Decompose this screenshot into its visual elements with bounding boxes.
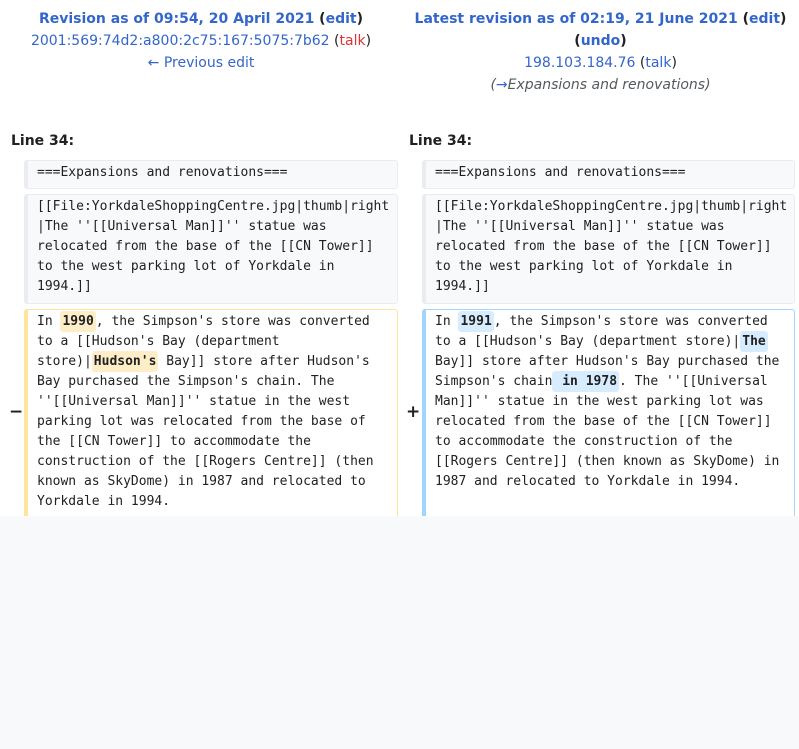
old-user-line: 2001:569:74d2:a800:2c75:167:5075:7b62 (t… [0, 30, 402, 52]
old-talk-open: ( [329, 33, 340, 49]
new-user-line: 198.103.184.76 (talk) [402, 52, 799, 74]
new-edit-close: ) [780, 11, 787, 27]
undo-link[interactable]: undo [581, 33, 621, 49]
old-talk-close: ) [365, 33, 372, 49]
new-user-link[interactable]: 198.103.184.76 [524, 55, 635, 71]
deleted-line: In 1990, the Simpson's store was convert… [24, 309, 398, 516]
deletion-marker: − [9, 402, 24, 422]
old-talk-link[interactable]: talk [340, 33, 366, 49]
undo-line: (undo) [402, 30, 799, 52]
old-context-file: [[File:YorkdaleShoppingCentre.jpg|thumb|… [24, 194, 398, 304]
old-revision-header: Revision as of 09:54, 20 April 2021 (edi… [0, 8, 402, 74]
ins-text-4: . The ''[[Universal Man]]'' statue in th… [435, 374, 780, 489]
undo-close: ) [620, 33, 627, 49]
new-talk-link[interactable]: talk [645, 55, 671, 71]
del-text-3: Bay]] store after Hudson's Bay purchased… [37, 354, 374, 509]
added-line: In 1991, the Simpson's store was convert… [422, 309, 795, 516]
new-context-heading: ===Expansions and renovations=== [422, 160, 795, 189]
ins-highlight-word: The [740, 331, 768, 352]
new-revision-link[interactable]: Latest revision as of 02:19, 21 June 202… [415, 11, 738, 27]
ins-highlight-year: 1991 [458, 311, 494, 332]
edit-summary: (→Expansions and renovations) [402, 74, 799, 96]
new-revision-title-line: Latest revision as of 02:19, 21 June 202… [402, 8, 799, 30]
ins-text-1: In [435, 314, 459, 329]
new-edit-open: ( [737, 11, 750, 27]
del-highlight-word: Hudson's [91, 351, 159, 372]
old-user-link[interactable]: 2001:569:74d2:a800:2c75:167:5075:7b62 [31, 33, 330, 49]
new-line-number: Line 34: [409, 133, 473, 149]
ins-highlight-phrase: in 1978 [552, 371, 620, 392]
previous-edit-link[interactable]: ← Previous edit [148, 55, 255, 71]
section-arrow-link[interactable]: → [496, 77, 508, 93]
diff-page: Revision as of 09:54, 20 April 2021 (edi… [0, 0, 799, 516]
summary-text: Expansions and renovations [507, 77, 706, 93]
addition-marker: + [406, 402, 421, 422]
new-edit-link[interactable]: edit [749, 11, 780, 27]
new-talk-open: ( [635, 55, 646, 71]
old-edit-close: ) [356, 11, 364, 27]
old-edit-open: ( [314, 11, 326, 27]
new-talk-close: ) [671, 55, 677, 71]
old-line-number: Line 34: [11, 133, 75, 149]
old-revision-link[interactable]: Revision as of 09:54, 20 April 2021 [39, 11, 314, 27]
del-text-1: In [37, 314, 61, 329]
summary-close: ) [705, 77, 711, 93]
new-revision-header: Latest revision as of 02:19, 21 June 202… [402, 8, 799, 96]
del-highlight-year: 1990 [60, 311, 96, 332]
old-edit-link[interactable]: edit [326, 11, 357, 27]
new-context-file: [[File:YorkdaleShoppingCentre.jpg|thumb|… [422, 194, 795, 304]
old-context-heading: ===Expansions and renovations=== [24, 160, 398, 189]
old-revision-title-line: Revision as of 09:54, 20 April 2021 (edi… [0, 8, 402, 30]
